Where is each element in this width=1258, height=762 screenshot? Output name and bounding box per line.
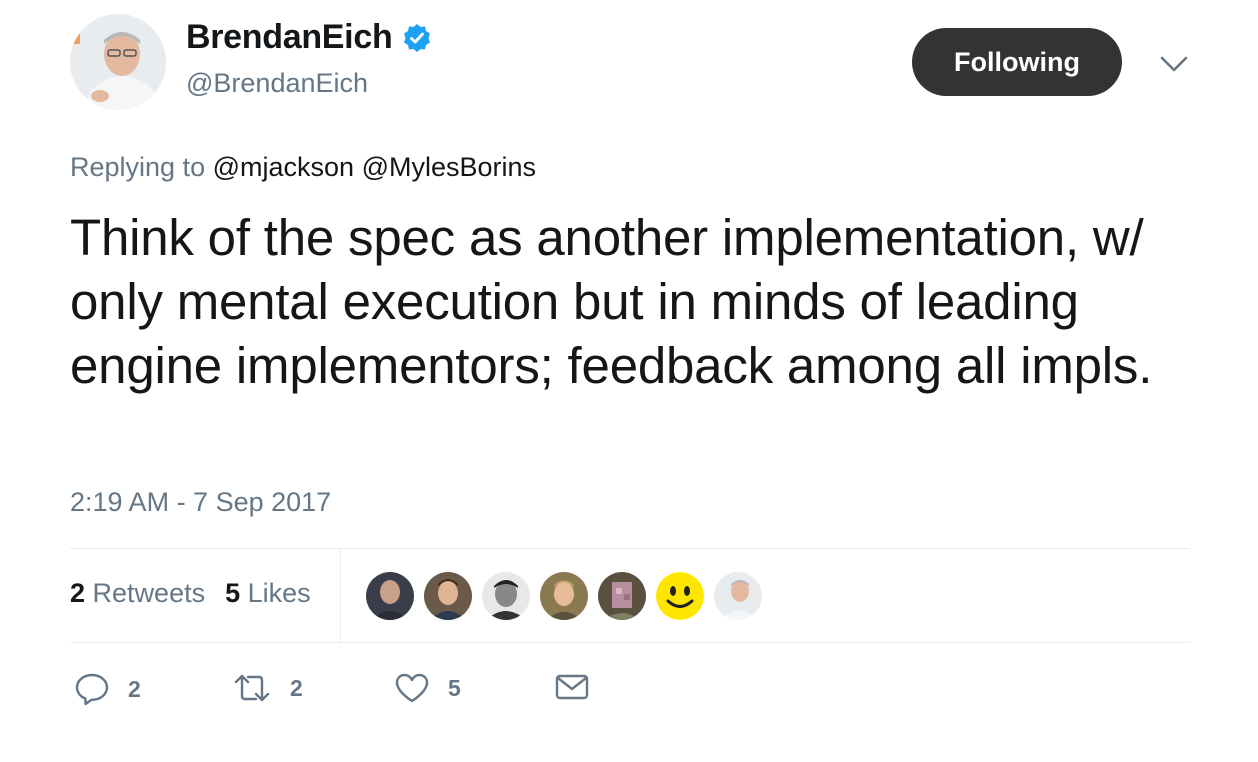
retweet-icon [234,674,270,702]
retweet-count: 2 [290,674,303,701]
mention-link-mjackson[interactable]: @mjackson [213,152,354,182]
reply-prefix: Replying to [70,152,206,182]
reply-context: Replying to @mjackson @MylesBorins [70,152,536,183]
tweet-text: Think of the spec as another implementat… [70,209,1153,394]
author-handle[interactable]: @BrendanEich [186,68,368,99]
divider-bottom [70,642,1190,643]
mention-link-mylesborins[interactable]: @MylesBorins [362,152,536,182]
retweets-label: Retweets [92,578,206,608]
liker-avatars [366,572,762,620]
heart-icon [395,673,429,703]
liker-avatar-4[interactable] [540,572,588,620]
author-avatar[interactable] [70,14,166,110]
author-name-text: BrendanEich [186,18,393,56]
tweet-timestamp[interactable]: 2:19 AM - 7 Sep 2017 [70,487,331,518]
retweets-count: 2 [70,578,86,608]
divider-top [70,548,1190,549]
following-button[interactable]: Following [912,28,1122,96]
liker-avatar-3[interactable] [482,572,530,620]
envelope-icon [555,674,589,700]
reply-count: 2 [128,675,141,702]
liker-avatar-6[interactable] [656,572,704,620]
direct-message-action[interactable] [554,672,590,702]
likes-label: Likes [247,578,311,608]
like-count: 5 [448,674,461,701]
reply-action[interactable]: 2 [74,672,141,706]
retweet-action[interactable]: 2 [232,672,303,704]
author-name[interactable]: BrendanEich [186,18,432,57]
liker-avatar-1[interactable] [366,572,414,620]
chevron-down-icon[interactable] [1158,52,1190,76]
verified-badge-icon [404,23,431,52]
stats-separator [340,549,341,642]
likes-count: 5 [225,578,241,608]
likes-stat[interactable]: 5 Likes [225,578,311,609]
liker-avatar-7[interactable] [714,572,762,620]
liker-avatar-2[interactable] [424,572,472,620]
retweets-stat[interactable]: 2 Retweets [70,578,205,609]
like-action[interactable]: 5 [394,672,461,704]
reply-icon [75,673,109,706]
tweet-stats: 2 Retweets 5 Likes [70,578,311,609]
liker-avatar-5[interactable] [598,572,646,620]
